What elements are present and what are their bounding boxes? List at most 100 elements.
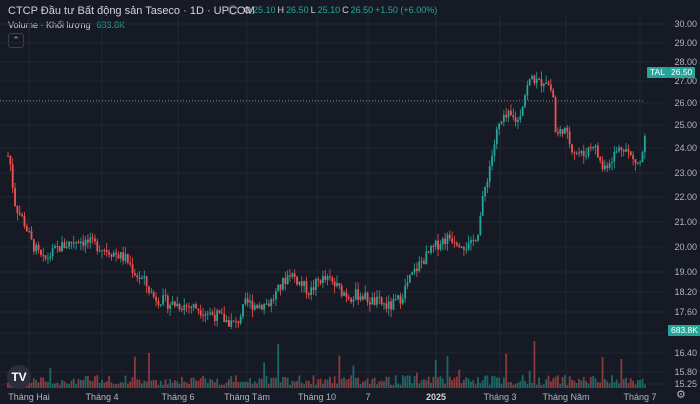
- volume-bar: [502, 377, 505, 388]
- volume-bar: [340, 378, 343, 388]
- candle-body: [166, 295, 169, 309]
- volume-bar: [303, 384, 305, 388]
- volume-bar: [479, 383, 482, 388]
- candle-body: [56, 245, 59, 247]
- candle-body: [185, 305, 188, 307]
- volume-bar: [460, 383, 463, 388]
- candle-body: [61, 242, 63, 252]
- volume-bar: [378, 381, 381, 388]
- volume-bar: [298, 375, 301, 388]
- candle-body: [265, 303, 268, 305]
- candle-body: [441, 238, 444, 245]
- volume-bar: [383, 381, 385, 388]
- volume-bar: [87, 375, 89, 388]
- candle-body: [505, 114, 508, 118]
- candle-body: [373, 297, 376, 305]
- x-tick-label: Tháng 10: [298, 392, 336, 402]
- gear-icon[interactable]: ⚙: [676, 388, 686, 401]
- volume-bar: [244, 381, 247, 388]
- tradingview-logo[interactable]: TV: [7, 365, 31, 389]
- candle-body: [392, 299, 395, 310]
- candle-body: [162, 295, 164, 305]
- candle-body: [507, 110, 510, 118]
- volume-bar: [606, 381, 609, 388]
- candle-body: [28, 231, 31, 233]
- candle-body: [512, 115, 515, 118]
- volume-bar: [199, 377, 202, 388]
- candle-body: [291, 273, 294, 277]
- volume-bar: [143, 380, 146, 388]
- candle-body: [354, 289, 357, 300]
- volume-bar: [202, 375, 204, 388]
- volume-bar: [547, 375, 550, 388]
- candle-body: [25, 226, 28, 232]
- candle-body: [303, 281, 305, 286]
- volume-bar: [49, 368, 52, 388]
- candle-body: [138, 277, 141, 279]
- volume-tag: 683.8K: [668, 325, 700, 336]
- price-chart[interactable]: 30.0029.0028.0027.0026.0025.0024.0023.00…: [0, 0, 700, 404]
- volume-bar: [575, 383, 578, 388]
- volume-bar: [317, 379, 320, 388]
- candle-body: [498, 123, 501, 130]
- candle-body: [117, 254, 120, 259]
- volume-bar: [58, 384, 61, 388]
- candle-body: [35, 244, 38, 252]
- candle-body: [338, 283, 341, 286]
- volume-bar: [618, 383, 620, 388]
- candle-body: [453, 242, 456, 244]
- volume-bar: [152, 379, 155, 388]
- volume-bar: [430, 382, 432, 388]
- volume-bar: [79, 379, 82, 388]
- volume-bar: [265, 375, 268, 388]
- candle-body: [432, 246, 435, 248]
- candle-body: [68, 241, 70, 247]
- candle-body: [225, 319, 228, 323]
- candle-body: [145, 276, 148, 287]
- candle-body: [474, 240, 477, 242]
- volume-bar: [258, 378, 261, 388]
- volume-bar: [164, 379, 167, 388]
- volume-bar: [347, 378, 350, 388]
- volume-bar: [517, 383, 519, 388]
- candle-body: [448, 234, 451, 239]
- candle-body: [627, 149, 630, 152]
- candle-body: [643, 136, 646, 153]
- candle-body: [491, 155, 493, 167]
- volume-bar: [549, 381, 552, 388]
- volume-bar: [601, 357, 604, 388]
- x-tick-label: Tháng 7: [623, 392, 656, 402]
- candle-body: [500, 121, 503, 124]
- candle-body: [7, 155, 9, 157]
- candle-body: [350, 298, 352, 302]
- volume-bar: [453, 377, 456, 388]
- volume-bar: [359, 383, 362, 388]
- volume-bar: [129, 381, 132, 388]
- candle-body: [347, 297, 350, 299]
- y-tick-label: 17.60: [674, 307, 697, 317]
- y-tick-label: 28.00: [674, 57, 697, 67]
- candle-body: [21, 214, 23, 217]
- candle-body: [89, 237, 92, 243]
- candle-body: [72, 243, 75, 245]
- volume-bar: [126, 383, 129, 388]
- candle-body: [124, 254, 127, 261]
- volume-bar: [103, 382, 106, 388]
- candle-body: [40, 250, 42, 255]
- y-tick-label: 15.80: [674, 367, 697, 377]
- candle-body: [75, 241, 78, 244]
- candle-body: [211, 312, 214, 315]
- candle-body: [228, 319, 230, 327]
- volume-bar: [101, 379, 103, 388]
- y-tick-label: 20.00: [674, 242, 697, 252]
- volume-bar: [108, 376, 110, 388]
- volume-bar: [592, 375, 595, 388]
- volume-bar: [585, 381, 587, 388]
- candle-body: [538, 78, 540, 80]
- candle-body: [126, 254, 129, 263]
- candle-body: [359, 296, 362, 300]
- volume-bar: [282, 377, 284, 388]
- volume-bar: [578, 378, 580, 388]
- candle-body: [502, 114, 505, 122]
- candle-body: [604, 165, 606, 170]
